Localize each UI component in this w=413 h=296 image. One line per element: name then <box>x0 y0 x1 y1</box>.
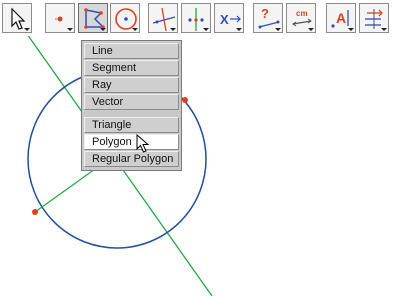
point-on-circle[interactable] <box>32 209 38 215</box>
measure-question-tool-button[interactable]: ? <box>253 3 283 33</box>
chevron-down-icon <box>67 28 73 31</box>
chevron-down-icon <box>348 28 354 31</box>
circle-tool-button[interactable] <box>110 3 140 33</box>
toolbar: X ? cm A <box>0 0 413 36</box>
transform-tool-label: X <box>220 12 229 27</box>
menu-item-polygon[interactable]: Polygon <box>84 134 179 150</box>
point-on-circle[interactable] <box>182 97 188 103</box>
pointer-tool-button[interactable] <box>2 3 32 33</box>
menu-item-segment[interactable]: Segment <box>84 60 179 76</box>
text-label-tool-label: A <box>336 10 346 26</box>
segment-object[interactable] <box>34 163 103 213</box>
polygon-tool-menu: Line Segment Ray Vector Triangle Polygon… <box>81 40 182 171</box>
midpoint-tool-button[interactable] <box>181 3 211 33</box>
polygon-tool-button[interactable] <box>78 3 108 33</box>
chevron-down-icon <box>308 28 314 31</box>
menu-item-line[interactable]: Line <box>84 43 179 59</box>
drawing-canvas[interactable] <box>0 36 413 296</box>
chevron-down-icon <box>236 28 242 31</box>
measure-cm-tool-button[interactable]: cm <box>286 3 316 33</box>
display-tool-button[interactable] <box>359 3 389 33</box>
chevron-down-icon <box>100 28 106 31</box>
chevron-down-icon <box>381 28 387 31</box>
chevron-down-icon <box>170 28 176 31</box>
menu-item-vector[interactable]: Vector <box>84 94 179 110</box>
mouse-cursor-icon <box>136 134 150 153</box>
chevron-down-icon <box>24 28 30 31</box>
chevron-down-icon <box>132 28 138 31</box>
perpendicular-tool-button[interactable] <box>148 3 178 33</box>
transform-tool-button[interactable]: X <box>214 3 244 33</box>
text-label-tool-button[interactable]: A <box>326 3 356 33</box>
point-tool-button[interactable] <box>45 3 75 33</box>
menu-item-triangle[interactable]: Triangle <box>84 117 179 133</box>
measure-cm-label: cm <box>296 9 308 18</box>
menu-item-regular-polygon[interactable]: Regular Polygon <box>84 151 179 167</box>
chevron-down-icon <box>203 28 209 31</box>
measure-question-label: ? <box>261 6 269 21</box>
menu-item-ray[interactable]: Ray <box>84 77 179 93</box>
chevron-down-icon <box>275 28 281 31</box>
